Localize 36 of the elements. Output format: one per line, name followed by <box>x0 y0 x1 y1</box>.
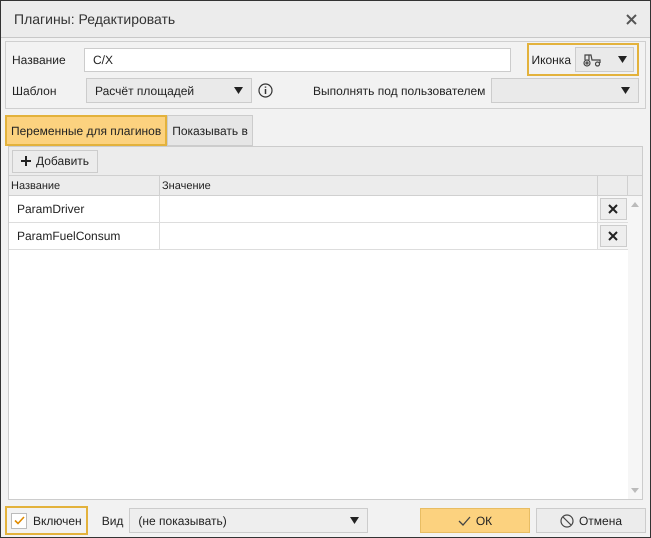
view-dropdown[interactable]: (не показывать) <box>129 508 368 533</box>
column-header: Название <box>9 176 160 195</box>
plus-icon <box>21 156 31 166</box>
tractor-icon <box>582 52 602 66</box>
delete-button[interactable] <box>600 198 626 220</box>
tab[interactable]: Переменные для плагинов <box>5 115 168 146</box>
column-header: Значение <box>160 176 598 195</box>
field-label: Иконка <box>532 52 571 66</box>
checkmark-icon <box>458 516 471 526</box>
caret-icon <box>618 56 627 63</box>
close-icon <box>608 204 618 214</box>
field-label: Шаблон <box>12 84 58 98</box>
checkbox[interactable] <box>11 512 27 528</box>
field-label: Название <box>12 52 67 66</box>
close-icon[interactable] <box>626 14 637 24</box>
icon-dropdown[interactable] <box>575 47 634 72</box>
close-icon <box>608 231 618 241</box>
ok-button[interactable]: ОК <box>420 508 530 533</box>
caret-icon <box>621 87 630 94</box>
cancel-button[interactable]: Отмена <box>536 508 646 533</box>
caret-icon <box>350 517 360 524</box>
name-field[interactable]: C/X <box>84 48 510 72</box>
info-icon[interactable] <box>258 83 273 98</box>
field-label: Выполнять под пользователем <box>313 84 486 98</box>
caret-icon <box>234 87 243 94</box>
tab[interactable]: Показывать в <box>167 115 253 146</box>
table-cell: ParamFuelConsum <box>9 223 160 249</box>
enabled-checkbox[interactable]: Включен <box>5 506 88 535</box>
cancel-icon <box>560 514 574 528</box>
delete-button[interactable] <box>600 225 626 247</box>
field-label: Вид <box>102 514 124 528</box>
template-dropdown[interactable]: Расчёт площадей <box>86 78 252 103</box>
add-button[interactable]: Добавить <box>12 150 98 172</box>
checkmark-icon <box>14 516 24 525</box>
table-cell: ParamDriver <box>9 196 160 222</box>
window-title: Плагины: Редактировать <box>14 11 176 27</box>
